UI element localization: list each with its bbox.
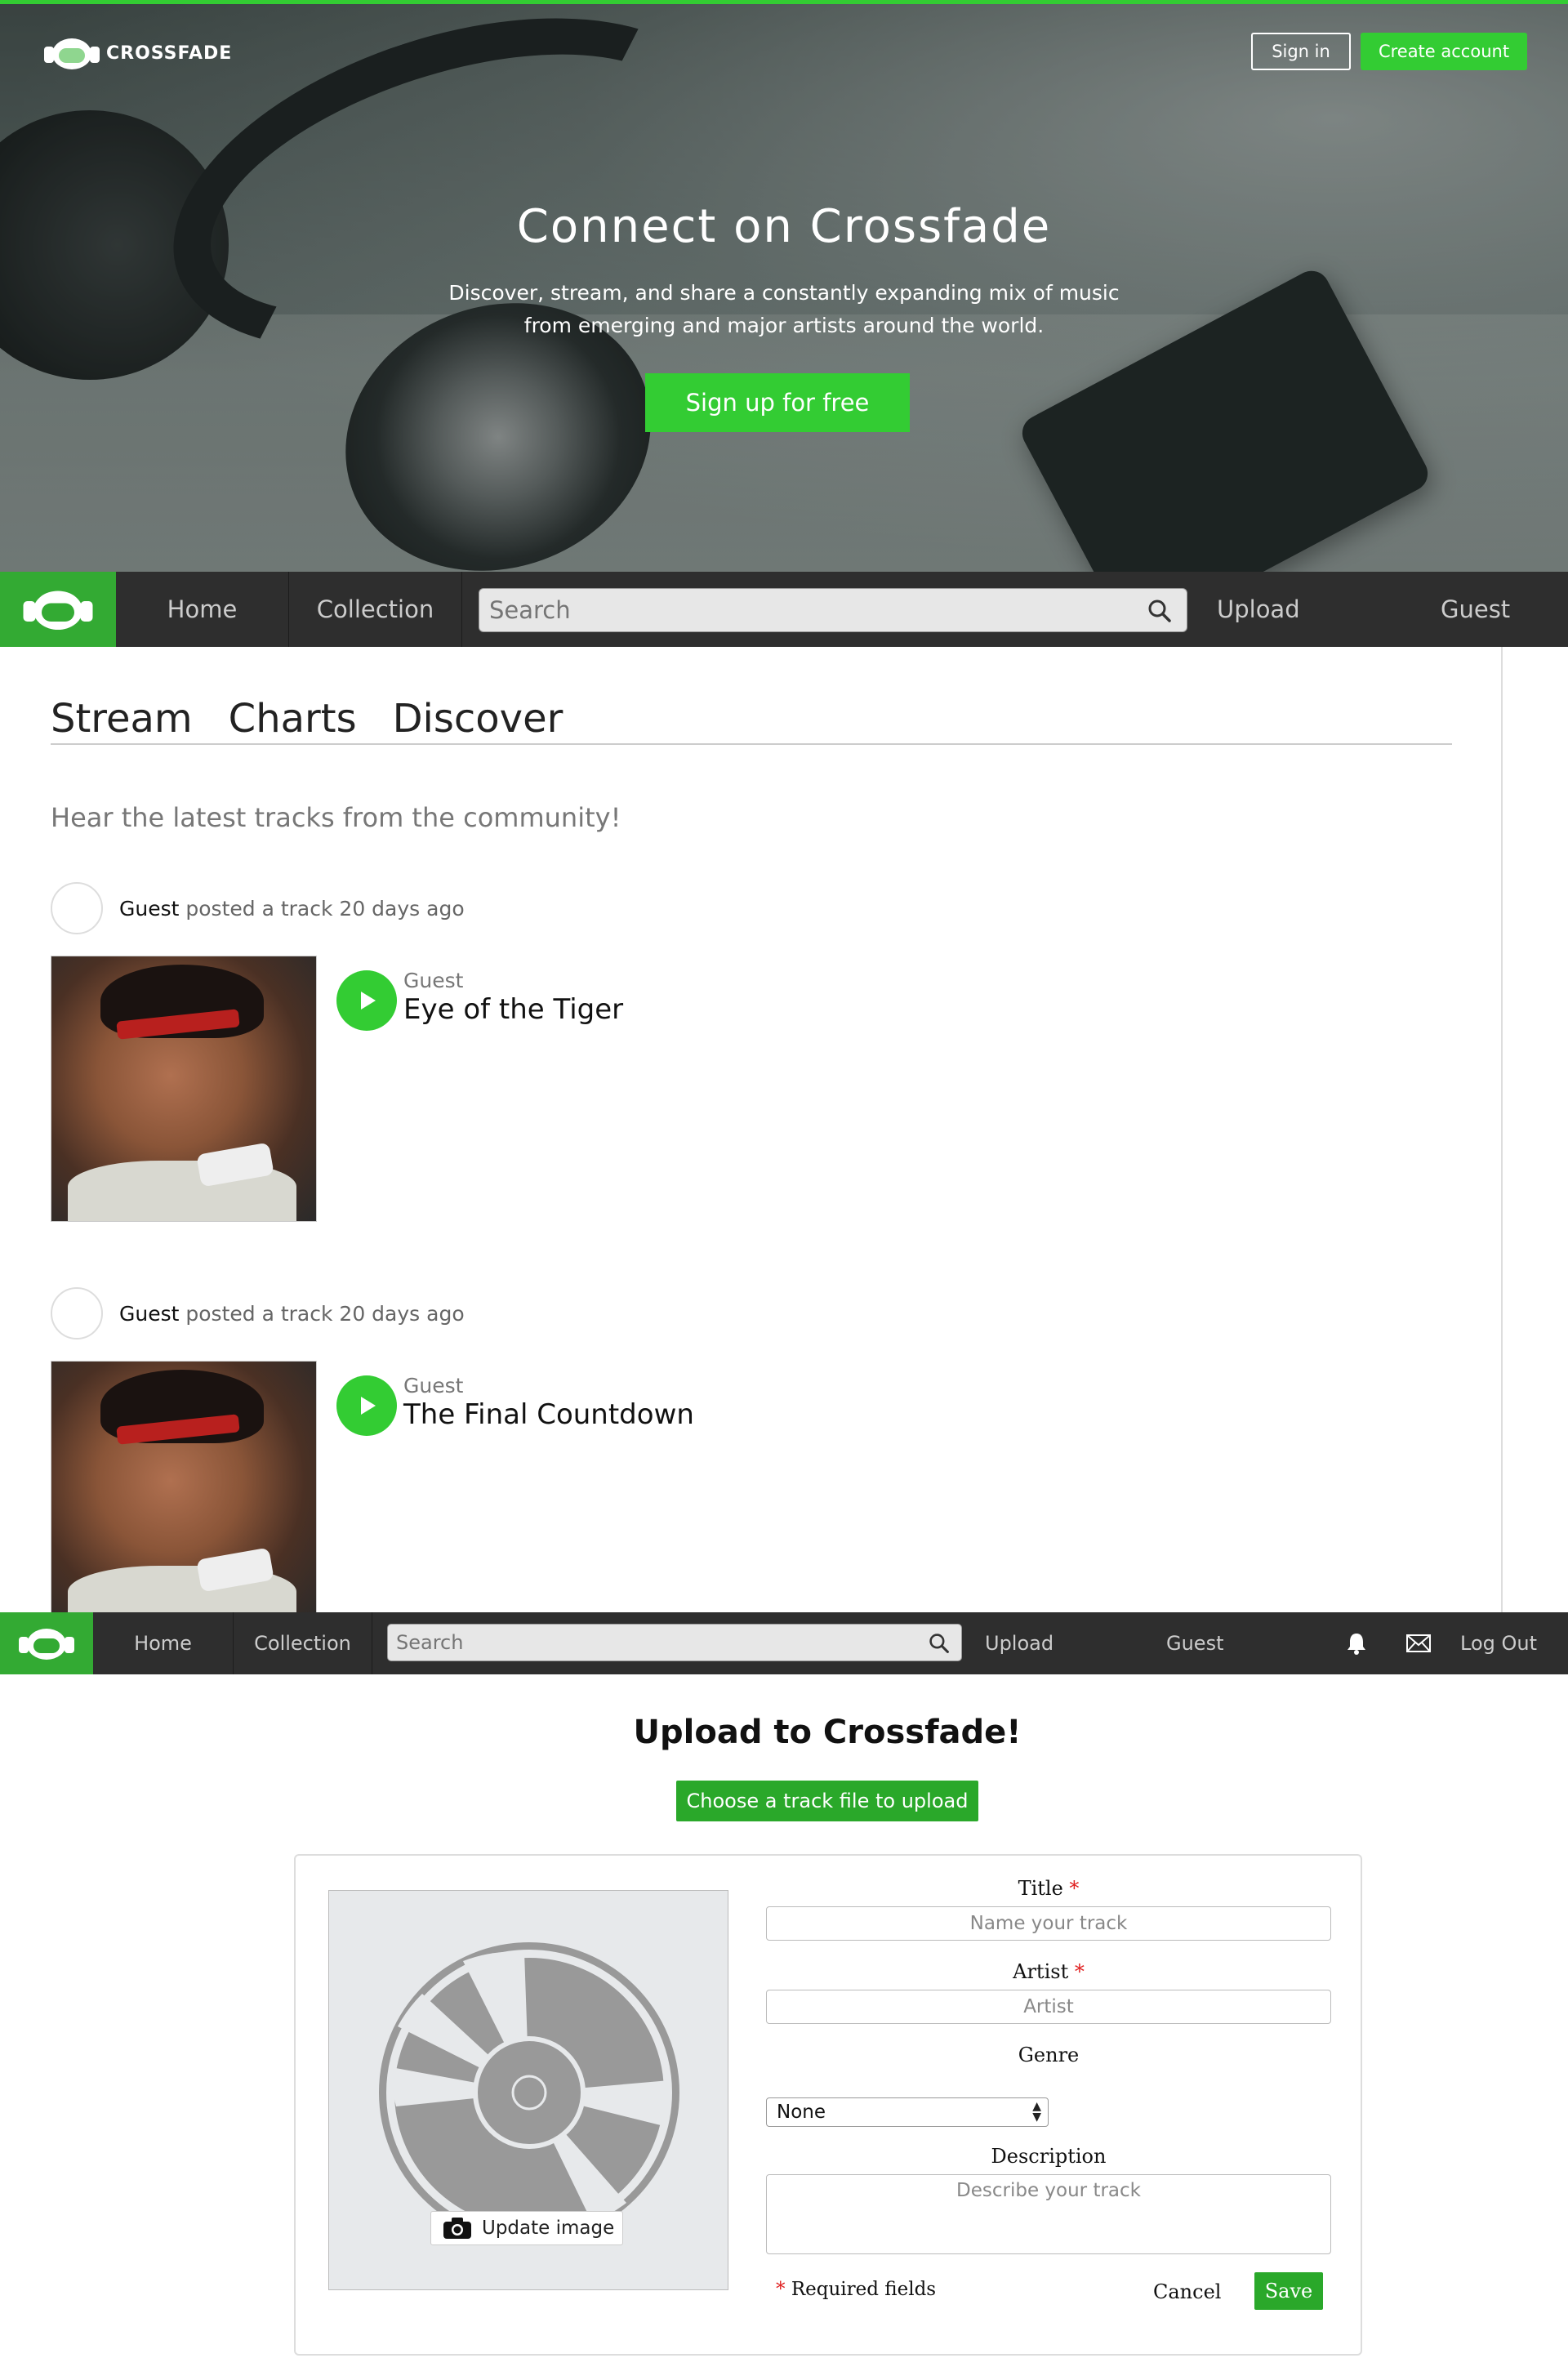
feed-post: Guest posted a track 20 days ago Guest T… (51, 1287, 1439, 1612)
crossfade-logo-icon (17, 1625, 76, 1661)
hero-subtitle-line-1: Discover, stream, and share a constantly… (448, 281, 1120, 305)
update-image-label: Update image (482, 2218, 615, 2239)
main-navbar: Home Collection Upload Guest (0, 572, 1568, 647)
search-input[interactable] (479, 589, 1187, 631)
nav-logo[interactable] (0, 1612, 93, 1674)
description-field[interactable] (766, 2174, 1331, 2254)
nav-logo[interactable] (0, 572, 116, 647)
track-artwork[interactable] (51, 956, 317, 1222)
post-meta: Guest posted a track 20 days ago (119, 1302, 465, 1326)
nav-upload[interactable]: Upload (1217, 572, 1300, 647)
genre-value: None (777, 2102, 826, 2123)
artist-label: Artist * (766, 1960, 1331, 1983)
crossfade-logo-icon (42, 35, 101, 71)
bell-icon[interactable] (1346, 1612, 1367, 1674)
track-title[interactable]: Eye of the Tiger (403, 993, 623, 1026)
camera-icon (443, 2218, 471, 2239)
genre-select[interactable]: None ▲ ▼ (766, 2097, 1049, 2127)
search-bar (479, 588, 1187, 632)
required-note-text: Required fields (791, 2279, 937, 2300)
post-action: posted a track 20 days ago (185, 1302, 465, 1326)
track-artwork[interactable] (51, 1361, 317, 1612)
artist-field[interactable] (766, 1990, 1331, 2024)
required-asterisk: * (776, 2279, 786, 2300)
nav-upload[interactable]: Upload (985, 1612, 1054, 1674)
search-bar (387, 1624, 962, 1661)
brand-name: CROSSFADE (106, 42, 233, 64)
nav-collection[interactable]: Collection (234, 1612, 372, 1674)
search-icon[interactable] (1147, 599, 1172, 626)
hero-banner: CROSSFADE Sign in Create account Connect… (0, 0, 1568, 572)
hero-logo[interactable]: CROSSFADE (42, 35, 232, 71)
track-artist[interactable]: Guest (403, 969, 463, 992)
avatar[interactable] (51, 882, 103, 934)
description-label: Description (991, 2145, 1107, 2168)
upload-panel: Update image Title * Artist * Genre None… (294, 1854, 1362, 2356)
play-icon (361, 1397, 376, 1415)
save-button[interactable]: Save (1254, 2272, 1323, 2310)
hero-title: Connect on Crossfade (516, 200, 1052, 253)
nav-home[interactable]: Home (93, 1612, 234, 1674)
track-artist[interactable]: Guest (403, 1374, 463, 1397)
post-user[interactable]: Guest (119, 897, 179, 920)
upload-title: Upload to Crossfade! (633, 1714, 1022, 1751)
select-arrows-icon: ▲ ▼ (1032, 2100, 1041, 2124)
disc-placeholder-icon (379, 1942, 679, 2243)
update-image-button[interactable]: Update image (430, 2211, 623, 2245)
mail-icon[interactable] (1406, 1612, 1431, 1674)
artist-label-text: Artist (1013, 1960, 1069, 1983)
title-label-text: Title (1018, 1877, 1063, 1900)
title-label: Title * (766, 1877, 1331, 1900)
required-asterisk: * (1069, 1877, 1080, 1900)
genre-label: Genre (1018, 2044, 1080, 2066)
play-icon (361, 992, 376, 1010)
stream-section: Stream Charts Discover Hear the latest t… (0, 647, 1503, 1612)
nav-home[interactable]: Home (116, 572, 289, 647)
track-image-box: Update image (328, 1890, 728, 2290)
nav-user-guest[interactable]: Guest (1166, 1612, 1224, 1674)
create-account-button[interactable]: Create account (1361, 33, 1527, 70)
post-user[interactable]: Guest (119, 1302, 179, 1326)
upload-navbar: Home Collection Upload Guest Log Out (0, 1612, 1568, 1674)
stream-intro: Hear the latest tracks from the communit… (51, 802, 621, 833)
play-button[interactable] (336, 970, 397, 1031)
hero-subtitle-line-2: from emerging and major artists around t… (523, 314, 1045, 337)
crossfade-logo-icon (21, 587, 95, 632)
search-icon[interactable] (929, 1633, 950, 1657)
post-meta: Guest posted a track 20 days ago (119, 897, 465, 920)
post-action: posted a track 20 days ago (185, 897, 465, 920)
search-input[interactable] (388, 1625, 961, 1660)
required-fields-note: * Required fields (776, 2279, 936, 2300)
feed-post: Guest posted a track 20 days ago Guest E… (51, 882, 1439, 1233)
choose-file-button[interactable]: Choose a track file to upload (676, 1781, 978, 1821)
required-asterisk: * (1074, 1960, 1085, 1983)
stream-tabs: Stream Charts Discover (51, 696, 1452, 745)
avatar[interactable] (51, 1287, 103, 1340)
tab-stream[interactable]: Stream (51, 696, 193, 743)
play-button[interactable] (336, 1375, 397, 1436)
sign-in-button[interactable]: Sign in (1251, 33, 1351, 70)
logout-link[interactable]: Log Out (1460, 1612, 1537, 1674)
nav-collection[interactable]: Collection (289, 572, 462, 647)
hero-subtitle: Discover, stream, and share a constantly… (0, 277, 1568, 342)
sign-up-button[interactable]: Sign up for free (645, 373, 910, 432)
nav-user-guest[interactable]: Guest (1441, 572, 1510, 647)
title-field[interactable] (766, 1906, 1331, 1941)
tab-charts[interactable]: Charts (229, 696, 357, 743)
tab-discover[interactable]: Discover (393, 696, 564, 743)
track-title[interactable]: The Final Countdown (403, 1398, 694, 1431)
cancel-button[interactable]: Cancel (1153, 2274, 1221, 2310)
